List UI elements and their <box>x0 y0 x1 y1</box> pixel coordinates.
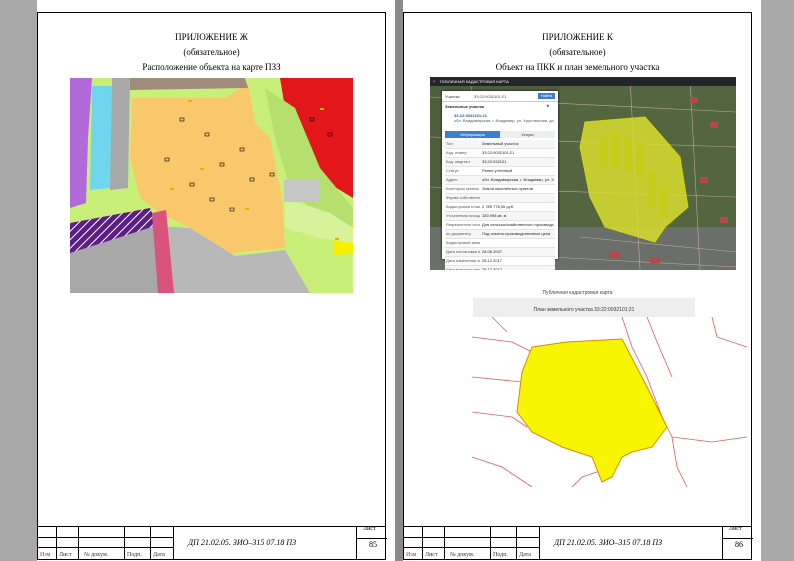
attribute-row: Форма собственности <box>445 194 555 203</box>
attribute-key: Форма собственности <box>446 195 480 200</box>
sheet-number: 85 <box>369 540 377 549</box>
attribute-row: Адрес обл. Владимирская, г. Владимир, ул.… <box>445 176 555 185</box>
page-frame: ПРИЛОЖЕНИЕ Ж (обязательное) Расположение… <box>37 12 387 560</box>
zone-cyan <box>90 86 112 190</box>
attribute-key: Кад. квартал <box>446 159 470 164</box>
parcel-polygon <box>516 338 668 483</box>
sheet-number: 86 <box>735 540 743 549</box>
attribute-row: Статус Ранее учтенный <box>445 167 555 176</box>
pkk-header: Р ПУБЛИЧНАЯ КАДАСТРОВАЯ КАРТА <box>430 77 736 86</box>
attribute-row: Тип Земельный участок <box>445 140 555 149</box>
attribute-key: Дата постановки на учет <box>446 249 480 254</box>
attribute-key: Адрес <box>446 177 458 182</box>
appendix-subtitle: (обязательное) <box>549 47 606 57</box>
search-type-select[interactable]: Участки <box>445 94 460 99</box>
pkk-screenshot: Р ПУБЛИЧНАЯ КАДАСТРОВАЯ КАРТА Участки 33… <box>430 77 736 270</box>
title-block: Изм Лист № докум. Подп. Дата ДП 21.02.05… <box>404 526 753 559</box>
page-right: ПРИЛОЖЕНИЕ К (обязательное) Объект на ПК… <box>403 0 761 561</box>
tab-info[interactable]: Информация <box>445 131 500 138</box>
zone-grey-strip <box>110 78 130 190</box>
page-left: ПРИЛОЖЕНИЕ Ж (обязательное) Расположение… <box>37 0 395 561</box>
attribute-row: Разрешенное использованиеДля сельскохозя… <box>445 221 555 230</box>
attribute-row: Дата изменения сведений в ГКН28.12.2017 <box>445 257 555 266</box>
attribute-value: Ранее учтенный <box>482 168 513 173</box>
stamp-doc: № докум. <box>450 552 475 558</box>
attribute-key: Категория земель <box>446 186 480 191</box>
stamp-sign: Подп. <box>493 552 508 558</box>
attribute-row: Кадастровый инженер <box>445 239 555 248</box>
zone-grey-building <box>130 78 248 90</box>
plan-title-bar: План земельного участка 33:22:0032101:21 <box>473 298 695 317</box>
attribute-key: Кадастровая стоимость <box>446 204 480 209</box>
pkk-panel: Участки 33:22:0032101:21 Найти Земельные… <box>442 91 558 270</box>
panel-title: Земельные участки <box>445 104 485 109</box>
attribute-value: 33:22:032101 <box>482 159 507 164</box>
attribute-row: Дата постановки на учет28.06.2007 <box>445 248 555 257</box>
stamp-izm: Изм <box>406 552 417 558</box>
stamp-date: Дата <box>519 552 531 558</box>
attribute-value: 28.12.2017 <box>482 267 503 270</box>
document-code: ДП 21.02.05. ЗИО–315 07.18 ПЗ <box>188 538 297 547</box>
title-block: Изм Лист № докум. Подп. Дата ДП 21.02.05… <box>38 526 387 559</box>
tab-services[interactable]: Услуги <box>500 131 555 138</box>
stamp-sign: Подп. <box>127 552 142 558</box>
attribute-key: Уточненная площадь <box>446 213 480 218</box>
stamp-izm: Изм <box>40 552 51 558</box>
attribute-value: Земельный участок <box>482 141 519 146</box>
attribute-value: 28.12.2017 <box>482 258 503 263</box>
attribute-value: 183 998 кв. м <box>482 213 507 218</box>
attribute-row: Кад. квартал 33:22:032101 <box>445 158 555 167</box>
figure-caption: Расположение объекта на карте ПЗЗ <box>142 62 281 72</box>
sheet-label: Лист <box>729 526 742 532</box>
attribute-row: Кадастровая стоимость2 789 776,06 руб. <box>445 203 555 212</box>
attribute-key: Тип <box>446 141 453 146</box>
attribute-row: Кад. номер 33:22:0032101:21 <box>445 149 555 158</box>
sheet-label: Лист <box>363 526 376 532</box>
attribute-key: Дата выгрузки сведений из ГКН <box>446 267 480 270</box>
stamp-doc: № докум. <box>84 552 109 558</box>
appendix-title: ПРИЛОЖЕНИЕ К <box>542 32 613 42</box>
figure-caption: Объект на ПКК и план земельного участка <box>495 62 660 72</box>
attribute-row: Дата выгрузки сведений из ГКН28.12.2017 <box>445 266 555 270</box>
attribute-value: 28.06.2007 <box>482 249 503 254</box>
appendix-title: ПРИЛОЖЕНИЕ Ж <box>175 32 248 42</box>
parcel-attributes: Тип Земельный участок Кад. номер 33:22:0032… <box>445 140 555 270</box>
attribute-value: обл. Владимирская, г. Владимир, ул. Хрус… <box>482 177 554 182</box>
pzz-zoning-map <box>70 78 353 293</box>
plan-header: Публичная кадастровая карта <box>542 290 613 296</box>
stamp-date: Дата <box>153 552 165 558</box>
attribute-value: Для сельскохозяйственного производства <box>482 222 554 227</box>
attribute-key: Кадастровый инженер <box>446 240 480 245</box>
attribute-row: Уточненная площадь183 998 кв. м <box>445 212 555 221</box>
star-icon[interactable]: ★ <box>546 103 550 108</box>
search-button[interactable]: Найти <box>538 93 555 99</box>
attribute-key: по документу <box>446 231 471 236</box>
search-input[interactable]: 33:22:0032101:21 <box>474 94 506 99</box>
appendix-subtitle: (обязательное) <box>183 47 240 57</box>
attribute-value: 33:22:0032101:21 <box>482 150 515 155</box>
attribute-key: Разрешенное использование <box>446 222 480 227</box>
page-frame: ПРИЛОЖЕНИЕ К (обязательное) Объект на ПК… <box>403 12 753 560</box>
page-gap <box>395 0 403 561</box>
zone-grey-patch <box>284 180 319 202</box>
attribute-key: Статус <box>446 168 459 173</box>
pkk-tabs: Информация Услуги <box>445 131 555 138</box>
attribute-value: Земли населённых пунктов <box>482 186 533 191</box>
stamp-list: Лист <box>425 552 438 558</box>
attribute-key: Дата изменения сведений в ГКН <box>446 258 480 263</box>
pkk-app-title: ПУБЛИЧНАЯ КАДАСТРОВАЯ КАРТА <box>440 79 509 84</box>
attribute-row: Категория земель Земли населённых пунктов <box>445 185 555 194</box>
attribute-value: Под опытно-производственные цели <box>482 231 551 236</box>
stamp-list: Лист <box>59 552 72 558</box>
plan-title: План земельного участка 33:22:0032101:21 <box>533 307 635 313</box>
attribute-row: по документу Под опытно-производственные … <box>445 230 555 239</box>
pkk-search-bar: Участки 33:22:0032101:21 Найти <box>442 91 558 102</box>
document-code: ДП 21.02.05. ЗИО–315 07.18 ПЗ <box>554 538 663 547</box>
parcel-plan <box>472 317 747 487</box>
attribute-key: Кад. номер <box>446 150 467 155</box>
attribute-value: 2 789 776,06 руб. <box>482 204 515 209</box>
pkk-logo-icon: Р <box>433 79 436 84</box>
parcel-address: обл. Владимирская, г. Владимир, ул. Хрус… <box>454 118 554 123</box>
